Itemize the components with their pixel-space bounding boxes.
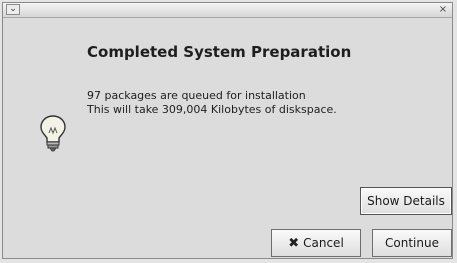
show-details-label: Show Details	[367, 194, 445, 208]
package-count-text: 97 packages are queued for installation	[87, 89, 306, 102]
disk-space-text: This will take 309,004 Kilobytes of disk…	[87, 103, 337, 116]
close-button[interactable]: ×	[437, 4, 449, 15]
lightbulb-icon	[40, 115, 66, 152]
chevron-down-icon: ⌄	[9, 4, 17, 14]
cancel-label: Cancel	[303, 236, 344, 250]
close-icon: ×	[438, 4, 448, 15]
continue-label: Continue	[385, 236, 439, 250]
cancel-icon: ✖	[288, 235, 300, 251]
cancel-button[interactable]: ✖ Cancel	[271, 229, 361, 257]
dialog-window: ⌄ × Completed System Preparation 97 pack…	[2, 2, 453, 259]
title-bar: ⌄ ×	[3, 3, 452, 18]
show-details-button[interactable]: Show Details	[360, 187, 452, 215]
window-menu-button[interactable]: ⌄	[6, 4, 20, 15]
continue-button[interactable]: Continue	[372, 229, 452, 257]
dialog-heading: Completed System Preparation	[87, 43, 352, 61]
